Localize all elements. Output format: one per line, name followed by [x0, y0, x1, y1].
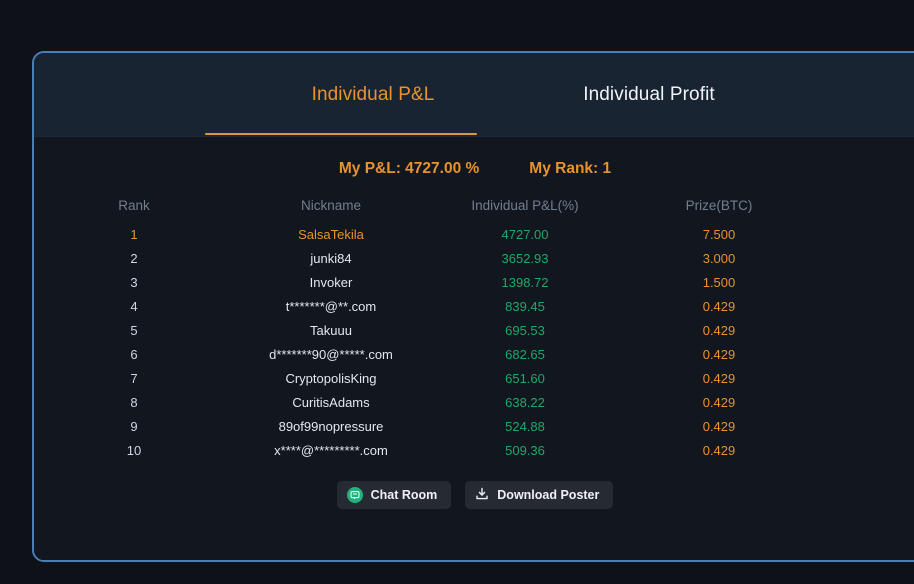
leaderboard-table: Rank Nickname Individual P&L(%) Prize(BT… [34, 194, 914, 462]
cell-nickname: SalsaTekila [298, 226, 364, 242]
cell-rank: 7 [130, 370, 138, 386]
cell-nickname: t*******@**.com [285, 298, 377, 314]
card-header: Individual P&L Individual Profit [34, 53, 914, 137]
tab-individual-profit[interactable]: Individual Profit [481, 53, 817, 137]
cell-rank: 1 [130, 226, 138, 242]
chat-room-button[interactable]: Chat Room [336, 481, 452, 509]
cell-rank: 8 [130, 394, 138, 410]
cell-nickname: 89of99nopressure [278, 418, 384, 434]
cell-pl: 1398.72 [501, 274, 549, 290]
cell-pl: 509.36 [505, 442, 545, 458]
column-header-nickname: Nickname [300, 197, 362, 213]
cell-pl: 3652.93 [501, 250, 549, 266]
card-body: My P&L: 4727.00 % My Rank: 1 Rank Nickna… [34, 137, 914, 560]
cell-nickname: d*******90@*****.com [269, 346, 393, 362]
cell-rank: 2 [130, 250, 138, 266]
table-row: 3 Invoker 1398.72 1.500 [34, 270, 914, 294]
table-row: 5 Takuuu 695.53 0.429 [34, 318, 914, 342]
cell-pl: 4727.00 [501, 226, 549, 242]
table-row: 8 CuritisAdams 638.22 0.429 [34, 390, 914, 414]
cell-rank: 9 [130, 418, 138, 434]
column-header-rank: Rank [118, 197, 150, 213]
cell-prize: 0.429 [702, 394, 736, 410]
my-pl-value: My P&L: 4727.00 % [338, 160, 480, 177]
cell-prize: 0.429 [702, 298, 736, 314]
table-row: 9 89of99nopressure 524.88 0.429 [34, 414, 914, 438]
table-row: 7 CryptopolisKing 651.60 0.429 [34, 366, 914, 390]
table-row: 10 x****@*********.com 509.36 0.429 [34, 438, 914, 462]
cell-prize: 7.500 [702, 226, 736, 242]
download-poster-label: Download Poster [497, 488, 600, 502]
cell-pl: 839.45 [505, 298, 545, 314]
cell-pl: 651.60 [505, 370, 545, 386]
my-rank-value: My Rank: 1 [529, 160, 612, 177]
table-row: 2 junki84 3652.93 3.000 [34, 246, 914, 270]
cell-nickname: CuritisAdams [292, 394, 370, 410]
table-header-row: Rank Nickname Individual P&L(%) Prize(BT… [34, 194, 914, 216]
chat-bubble-icon [346, 487, 363, 503]
download-poster-button[interactable]: Download Poster [465, 481, 614, 509]
cell-prize: 3.000 [702, 250, 736, 266]
cell-nickname: Takuuu [310, 322, 352, 338]
cell-rank: 10 [126, 442, 142, 458]
cell-nickname: junki84 [310, 250, 352, 266]
cell-prize: 1.500 [702, 274, 736, 290]
cell-pl: 638.22 [505, 394, 545, 410]
leaderboard-card: Individual P&L Individual Profit My P&L:… [32, 51, 914, 562]
page-root: Individual P&L Individual Profit My P&L:… [0, 0, 914, 584]
my-stats-summary: My P&L: 4727.00 % My Rank: 1 [34, 160, 914, 178]
cell-rank: 4 [130, 298, 138, 314]
cell-nickname: Invoker [309, 274, 353, 290]
cell-pl: 524.88 [505, 418, 545, 434]
cell-nickname: CryptopolisKing [285, 370, 377, 386]
column-header-pl: Individual P&L(%) [471, 197, 579, 213]
column-header-prize: Prize(BTC) [685, 197, 753, 213]
card-footer: Chat Room Download Poster [34, 481, 914, 509]
cell-rank: 5 [130, 322, 138, 338]
tab-bar: Individual P&L Individual Profit [34, 53, 914, 137]
cell-prize: 0.429 [702, 442, 736, 458]
cell-pl: 695.53 [505, 322, 545, 338]
cell-prize: 0.429 [702, 370, 736, 386]
chat-room-label: Chat Room [370, 488, 438, 502]
cell-pl: 682.65 [505, 346, 545, 362]
table-row: 6 d*******90@*****.com 682.65 0.429 [34, 342, 914, 366]
active-tab-indicator [205, 133, 477, 135]
table-row: 1 SalsaTekila 4727.00 7.500 [34, 222, 914, 246]
table-row: 4 t*******@**.com 839.45 0.429 [34, 294, 914, 318]
download-icon [475, 487, 489, 504]
cell-prize: 0.429 [702, 322, 736, 338]
cell-prize: 0.429 [702, 418, 736, 434]
cell-rank: 6 [130, 346, 138, 362]
cell-rank: 3 [130, 274, 138, 290]
cell-prize: 0.429 [702, 346, 736, 362]
cell-nickname: x****@*********.com [274, 442, 388, 458]
